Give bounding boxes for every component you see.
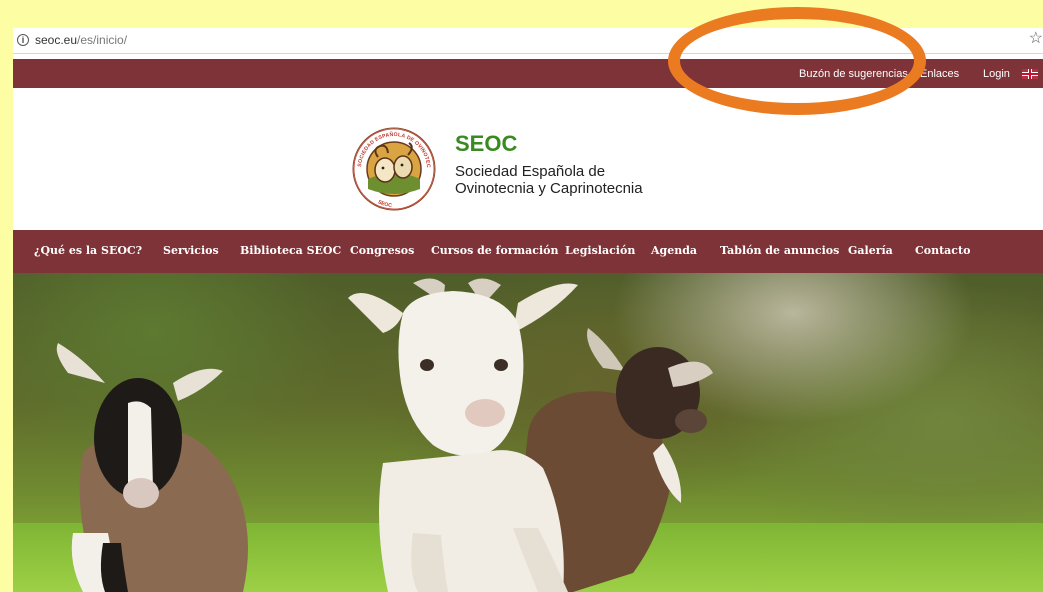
brand-tagline-line1: Sociedad Española de <box>455 163 606 180</box>
brand-name[interactable]: SEOC <box>455 131 517 157</box>
nav-item-servicios[interactable]: Servicios <box>163 244 219 257</box>
nav-item-agenda[interactable]: Agenda <box>651 244 697 257</box>
url-text[interactable]: seoc.eu/es/inicio/ <box>35 33 127 47</box>
goats-image <box>56 278 713 592</box>
login-link[interactable]: Login <box>983 68 1010 80</box>
nav-item-que-es[interactable]: ¿Qué es la SEOC? <box>34 244 142 257</box>
star-icon[interactable]: ☆ <box>1029 30 1043 48</box>
site-header: SOCIEDAD ESPAÑOLA DE OVINOTECNIA Y CAPRI… <box>13 88 1043 230</box>
annotation-circle <box>668 7 926 115</box>
info-icon[interactable]: i <box>17 34 29 46</box>
nav-item-legislacion[interactable]: Legislación <box>565 244 635 257</box>
main-nav: ¿Qué es la SEOC? Servicios Biblioteca SE… <box>13 230 1043 273</box>
hero-banner <box>13 273 1043 592</box>
nav-item-biblioteca[interactable]: Biblioteca SEOC <box>240 244 341 257</box>
brand-tagline-line2: Ovinotecnia y Caprinotecnia <box>455 180 643 197</box>
nav-item-galeria[interactable]: Galería <box>848 244 893 257</box>
uk-flag-icon[interactable] <box>1022 69 1038 79</box>
browser-window: i seoc.eu/es/inicio/ ☆ Buzón de sugerenc… <box>13 28 1043 592</box>
seoc-logo[interactable]: SOCIEDAD ESPAÑOLA DE OVINOTECNIA Y CAPRI… <box>352 127 436 211</box>
nav-item-cursos[interactable]: Cursos de formación <box>431 244 558 257</box>
nav-item-congresos[interactable]: Congresos <box>350 244 414 257</box>
nav-item-tablon[interactable]: Tablón de anuncios <box>720 244 839 257</box>
nav-item-contacto[interactable]: Contacto <box>915 244 970 257</box>
links-link[interactable]: Enlaces <box>920 68 959 80</box>
goat-left <box>56 343 249 592</box>
